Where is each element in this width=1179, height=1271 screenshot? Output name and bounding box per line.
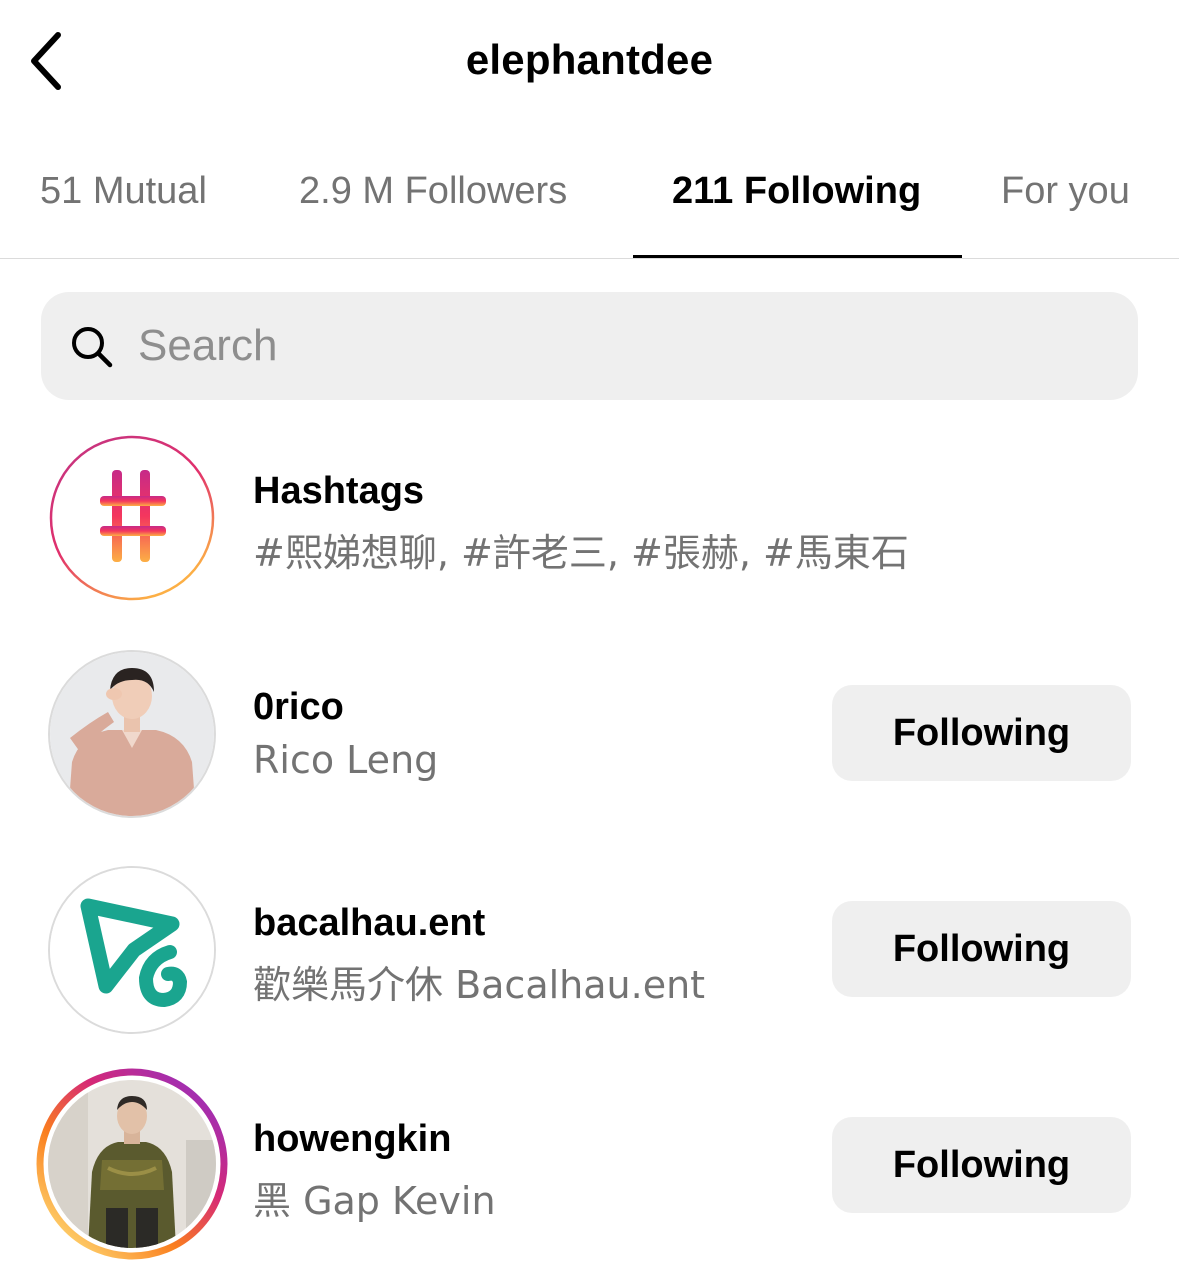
following-button[interactable]: Following (832, 1117, 1131, 1213)
page-title: elephantdee (465, 36, 714, 83)
hashtag-avatar[interactable] (48, 434, 216, 602)
search-input[interactable] (138, 315, 1098, 377)
header-bar: elephantdee (0, 0, 1179, 128)
tab-bar: 51 Mutual 2.9 M Followers 211 Following … (0, 150, 1179, 259)
avatar-story-ring[interactable] (36, 1068, 228, 1260)
following-button[interactable]: Following (832, 901, 1131, 997)
avatar[interactable] (48, 866, 216, 1034)
username[interactable]: Hashtags (253, 470, 424, 513)
username[interactable]: bacalhau.ent (253, 902, 485, 945)
tab-mutual[interactable]: 51 Mutual (40, 170, 207, 213)
full-name: 歡樂馬介休 Bacalhau.ent (253, 963, 706, 1007)
full-name: 黑 Gap Kevin (253, 1179, 496, 1223)
tab-for-you[interactable]: For you (1001, 170, 1130, 213)
avatar[interactable] (48, 650, 216, 818)
full-name: Rico Leng (253, 738, 439, 782)
tab-following[interactable]: 211 Following (672, 170, 921, 213)
active-tab-indicator (633, 255, 962, 258)
avatar (48, 1080, 216, 1248)
list-item[interactable]: Hashtags #熙娣想聊, #許老三, #張赫, #馬東石 (0, 420, 1179, 620)
list-item[interactable]: 0rico Rico Leng Following (0, 636, 1179, 836)
hashtag-list: #熙娣想聊, #許老三, #張赫, #馬東石 (253, 531, 909, 575)
hashtag-icon (49, 435, 215, 601)
bacalhau-logo (50, 868, 214, 1032)
search-icon (72, 327, 113, 368)
username[interactable]: 0rico (253, 686, 344, 729)
profile-photo (50, 652, 214, 816)
following-button[interactable]: Following (832, 685, 1131, 781)
list-item[interactable]: bacalhau.ent 歡樂馬介休 Bacalhau.ent Followin… (0, 852, 1179, 1052)
tab-followers[interactable]: 2.9 M Followers (299, 170, 567, 213)
profile-photo (48, 1080, 216, 1248)
list-item[interactable]: howengkin 黑 Gap Kevin Following (0, 1068, 1179, 1268)
username[interactable]: howengkin (253, 1118, 451, 1161)
